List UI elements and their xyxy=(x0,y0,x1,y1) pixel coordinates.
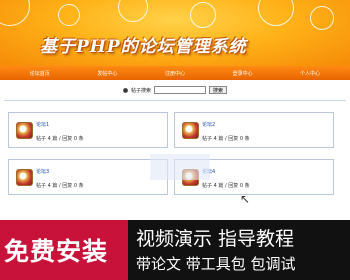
site-title: 基于PHP的论坛管理系统 xyxy=(40,37,247,57)
swirl-ornament xyxy=(258,0,294,26)
forum-icon xyxy=(182,122,199,139)
mouse-cursor-icon: ↖ xyxy=(240,192,251,206)
swirl-ornament xyxy=(58,4,80,26)
divider xyxy=(4,100,346,101)
forum-stats: 帖子 4 篇 / 回复 0 条 xyxy=(36,136,84,142)
forum-stats: 帖子 4 篇 / 回复 0 条 xyxy=(202,183,250,189)
forum-card[interactable]: 论坛3 帖子 4 篇 / 回复 0 条 xyxy=(8,159,168,195)
search-radio-label: 帖子搜索 xyxy=(130,87,151,94)
forum-stats: 帖子 4 篇 / 回复 0 条 xyxy=(202,136,250,142)
search-input[interactable] xyxy=(154,86,206,94)
nav-item-profile[interactable]: 个人中心 xyxy=(300,70,320,77)
nav-item-login[interactable]: 登录中心 xyxy=(233,70,253,77)
forum-name[interactable]: 论坛3 xyxy=(36,168,49,175)
ad-line-2: 带论文 带工具包 包调试 xyxy=(136,255,296,273)
nav-item-register[interactable]: 注册中心 xyxy=(165,70,185,77)
forum-stats: 帖子 4 篇 / 回复 0 条 xyxy=(36,183,84,189)
forum-name[interactable]: 论坛2 xyxy=(202,121,215,128)
forum-name[interactable]: 论坛1 xyxy=(36,121,49,128)
header-banner: 基于PHP的论坛管理系统 xyxy=(0,0,350,66)
forum-card[interactable]: 论坛1 帖子 4 篇 / 回复 0 条 xyxy=(8,112,168,148)
swirl-ornament xyxy=(0,0,30,26)
search-bar: 帖子搜索 搜索 xyxy=(0,84,350,96)
watermark-overlay xyxy=(150,154,210,180)
search-button[interactable]: 搜索 xyxy=(209,86,228,94)
forum-icon xyxy=(16,122,33,139)
forum-card[interactable]: 论坛2 帖子 4 篇 / 回复 0 条 xyxy=(174,112,334,148)
ad-line-1: 视频演示 指导教程 xyxy=(136,228,295,250)
ad-banner-left: 免费安装 xyxy=(0,220,128,280)
nav-item-home[interactable]: 论坛首页 xyxy=(30,70,50,77)
swirl-ornament xyxy=(310,6,334,30)
forum-icon xyxy=(16,169,33,186)
swirl-ornament xyxy=(118,0,148,22)
main-nav: 论坛首页 发帖中心 注册中心 登录中心 个人中心 xyxy=(0,66,350,80)
ad-banner-right: 视频演示 指导教程 带论文 带工具包 包调试 xyxy=(128,220,350,280)
nav-item-post[interactable]: 发帖中心 xyxy=(97,70,117,77)
swirl-ornament xyxy=(190,2,216,28)
ad-free-install-text: 免费安装 xyxy=(4,237,109,266)
search-radio[interactable] xyxy=(122,87,128,93)
